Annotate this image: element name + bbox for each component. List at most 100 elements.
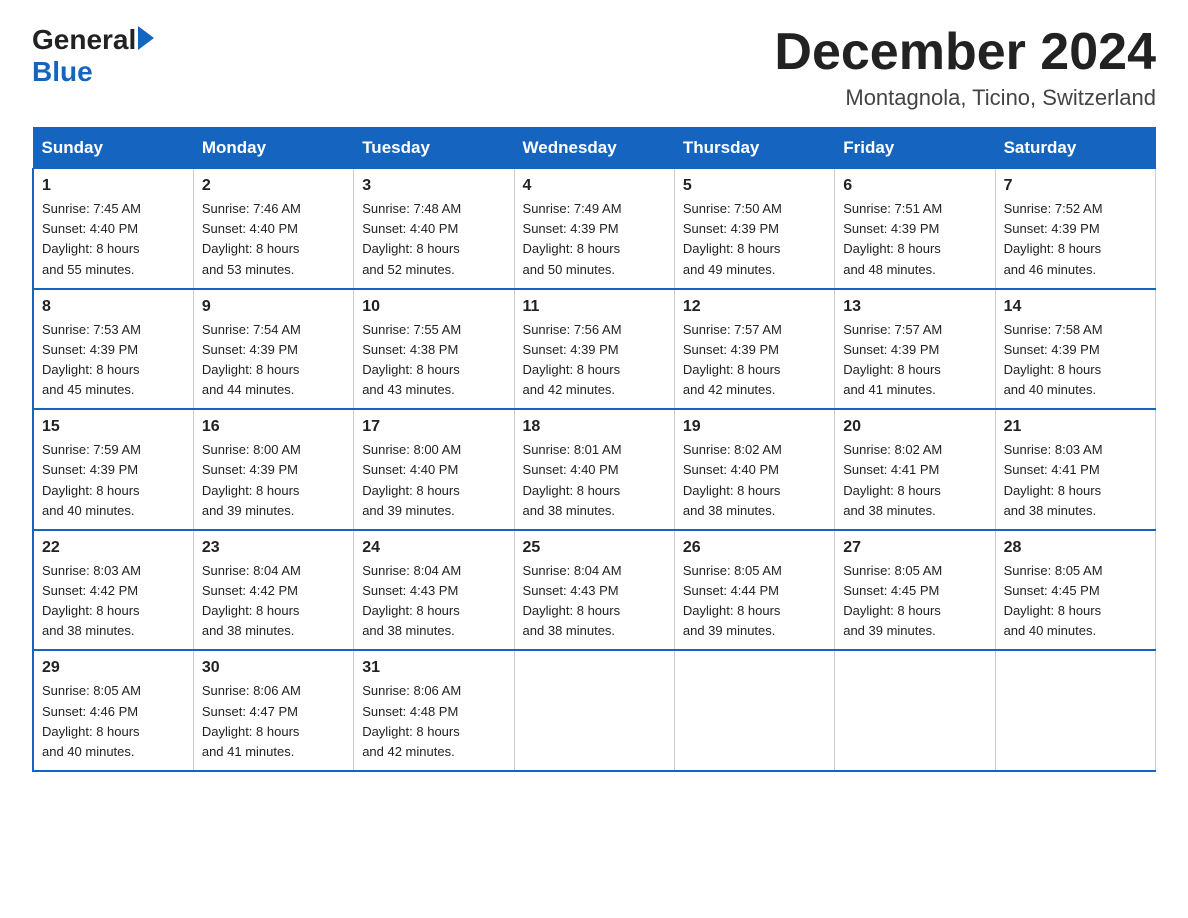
day-info: Sunrise: 8:03 AMSunset: 4:42 PMDaylight:… [42,561,185,642]
calendar-cell: 19Sunrise: 8:02 AMSunset: 4:40 PMDayligh… [674,409,834,530]
page-header: General Blue December 2024 Montagnola, T… [32,24,1156,111]
weekday-header-tuesday: Tuesday [354,128,514,169]
day-number: 27 [843,539,986,557]
calendar-cell: 24 Sunrise: 8:04 AMSunset: 4:43 PMDayligh… [354,530,514,651]
calendar-cell: 12Sunrise: 7:57 AMSunset: 4:39 PMDayligh… [674,289,834,410]
calendar-cell [674,650,834,771]
day-info: Sunrise: 8:04 AMSunset: 4:43 PMDaylight:… [523,561,666,642]
calendar-cell: 2Sunrise: 7:46 AMSunset: 4:40 PMDaylight… [193,169,353,289]
day-number: 19 [683,418,826,436]
logo-blue: Blue [32,56,93,87]
calendar-cell: 9Sunrise: 7:54 AMSunset: 4:39 PMDaylight… [193,289,353,410]
day-info: Sunrise: 8:05 AMSunset: 4:44 PMDaylight:… [683,561,826,642]
calendar-week-row: 22Sunrise: 8:03 AMSunset: 4:42 PMDayligh… [33,530,1156,651]
day-number: 13 [843,298,986,316]
day-info: Sunrise: 7:57 AMSunset: 4:39 PMDaylight:… [683,320,826,401]
day-info: Sunrise: 8:02 AMSunset: 4:41 PMDaylight:… [843,440,986,521]
day-number: 28 [1004,539,1147,557]
calendar-cell: 29Sunrise: 8:05 AMSunset: 4:46 PMDayligh… [33,650,193,771]
day-info: Sunrise: 8:05 AMSunset: 4:45 PMDaylight:… [1004,561,1147,642]
calendar-cell [514,650,674,771]
day-number: 3 [362,177,505,195]
calendar-cell: 14 Sunrise: 7:58 AMSunset: 4:39 PMDayligh… [995,289,1155,410]
calendar-cell: 8 Sunrise: 7:53 AMSunset: 4:39 PMDaylight… [33,289,193,410]
day-info: Sunrise: 8:00 AMSunset: 4:39 PMDaylight:… [202,440,345,521]
calendar-cell: 23Sunrise: 8:04 AMSunset: 4:42 PMDayligh… [193,530,353,651]
day-info: Sunrise: 7:59 AMSunset: 4:39 PMDaylight:… [42,440,185,521]
calendar-cell: 1 Sunrise: 7:45 AMSunset: 4:40 PMDaylight… [33,169,193,289]
day-info: Sunrise: 7:45 AMSunset: 4:40 PMDaylight:… [42,199,185,280]
day-number: 24 [362,539,505,557]
day-number: 18 [523,418,666,436]
day-number: 30 [202,659,345,677]
day-info: Sunrise: 7:58 AMSunset: 4:39 PMDaylight:… [1004,320,1147,401]
calendar-cell: 22Sunrise: 8:03 AMSunset: 4:42 PMDayligh… [33,530,193,651]
logo: General Blue [32,24,154,88]
weekday-header-thursday: Thursday [674,128,834,169]
calendar-cell: 7 Sunrise: 7:52 AMSunset: 4:39 PMDaylight… [995,169,1155,289]
weekday-header-sunday: Sunday [33,128,193,169]
calendar-cell: 11 Sunrise: 7:56 AMSunset: 4:39 PMDayligh… [514,289,674,410]
day-number: 25 [523,539,666,557]
day-number: 29 [42,659,185,677]
day-info: Sunrise: 7:57 AMSunset: 4:39 PMDaylight:… [843,320,986,401]
weekday-header-monday: Monday [193,128,353,169]
day-number: 8 [42,298,185,316]
calendar-cell [835,650,995,771]
calendar-cell: 30 Sunrise: 8:06 AMSunset: 4:47 PMDayligh… [193,650,353,771]
calendar-cell: 18 Sunrise: 8:01 AMSunset: 4:40 PMDayligh… [514,409,674,530]
day-info: Sunrise: 8:06 AMSunset: 4:47 PMDaylight:… [202,681,345,762]
day-number: 26 [683,539,826,557]
weekday-header-friday: Friday [835,128,995,169]
day-number: 15 [42,418,185,436]
day-number: 11 [523,298,666,316]
day-number: 6 [843,177,986,195]
calendar-cell: 15 Sunrise: 7:59 AMSunset: 4:39 PMDayligh… [33,409,193,530]
day-number: 1 [42,177,185,195]
calendar-table: SundayMondayTuesdayWednesdayThursdayFrid… [32,127,1156,772]
calendar-cell: 6 Sunrise: 7:51 AMSunset: 4:39 PMDaylight… [835,169,995,289]
day-info: Sunrise: 7:53 AMSunset: 4:39 PMDaylight:… [42,320,185,401]
weekday-header-saturday: Saturday [995,128,1155,169]
calendar-cell: 25 Sunrise: 8:04 AMSunset: 4:43 PMDayligh… [514,530,674,651]
calendar-cell: 3 Sunrise: 7:48 AMSunset: 4:40 PMDaylight… [354,169,514,289]
day-info: Sunrise: 7:56 AMSunset: 4:39 PMDaylight:… [523,320,666,401]
calendar-cell: 10 Sunrise: 7:55 AMSunset: 4:38 PMDayligh… [354,289,514,410]
calendar-cell: 21 Sunrise: 8:03 AMSunset: 4:41 PMDayligh… [995,409,1155,530]
day-number: 5 [683,177,826,195]
day-info: Sunrise: 8:04 AMSunset: 4:43 PMDaylight:… [362,561,505,642]
day-number: 9 [202,298,345,316]
calendar-cell [995,650,1155,771]
weekday-header-wednesday: Wednesday [514,128,674,169]
day-info: Sunrise: 7:55 AMSunset: 4:38 PMDaylight:… [362,320,505,401]
day-number: 23 [202,539,345,557]
day-info: Sunrise: 7:52 AMSunset: 4:39 PMDaylight:… [1004,199,1147,280]
calendar-week-row: 29Sunrise: 8:05 AMSunset: 4:46 PMDayligh… [33,650,1156,771]
day-info: Sunrise: 7:49 AMSunset: 4:39 PMDaylight:… [523,199,666,280]
calendar-cell: 16 Sunrise: 8:00 AMSunset: 4:39 PMDayligh… [193,409,353,530]
day-number: 4 [523,177,666,195]
title-block: December 2024 Montagnola, Ticino, Switze… [774,24,1156,111]
day-number: 14 [1004,298,1147,316]
day-number: 21 [1004,418,1147,436]
calendar-cell: 20 Sunrise: 8:02 AMSunset: 4:41 PMDayligh… [835,409,995,530]
day-info: Sunrise: 8:03 AMSunset: 4:41 PMDaylight:… [1004,440,1147,521]
day-number: 7 [1004,177,1147,195]
day-info: Sunrise: 7:51 AMSunset: 4:39 PMDaylight:… [843,199,986,280]
calendar-cell: 13 Sunrise: 7:57 AMSunset: 4:39 PMDayligh… [835,289,995,410]
calendar-week-row: 8 Sunrise: 7:53 AMSunset: 4:39 PMDaylight… [33,289,1156,410]
day-info: Sunrise: 7:50 AMSunset: 4:39 PMDaylight:… [683,199,826,280]
day-number: 16 [202,418,345,436]
calendar-cell: 28 Sunrise: 8:05 AMSunset: 4:45 PMDayligh… [995,530,1155,651]
calendar-cell: 27Sunrise: 8:05 AMSunset: 4:45 PMDayligh… [835,530,995,651]
day-number: 20 [843,418,986,436]
day-info: Sunrise: 8:01 AMSunset: 4:40 PMDaylight:… [523,440,666,521]
calendar-cell: 26 Sunrise: 8:05 AMSunset: 4:44 PMDayligh… [674,530,834,651]
calendar-cell: 31Sunrise: 8:06 AMSunset: 4:48 PMDayligh… [354,650,514,771]
weekday-header-row: SundayMondayTuesdayWednesdayThursdayFrid… [33,128,1156,169]
calendar-cell: 4 Sunrise: 7:49 AMSunset: 4:39 PMDaylight… [514,169,674,289]
logo-arrow-icon [138,26,154,50]
day-number: 10 [362,298,505,316]
day-info: Sunrise: 7:48 AMSunset: 4:40 PMDaylight:… [362,199,505,280]
calendar-body: 1 Sunrise: 7:45 AMSunset: 4:40 PMDaylight… [33,169,1156,771]
